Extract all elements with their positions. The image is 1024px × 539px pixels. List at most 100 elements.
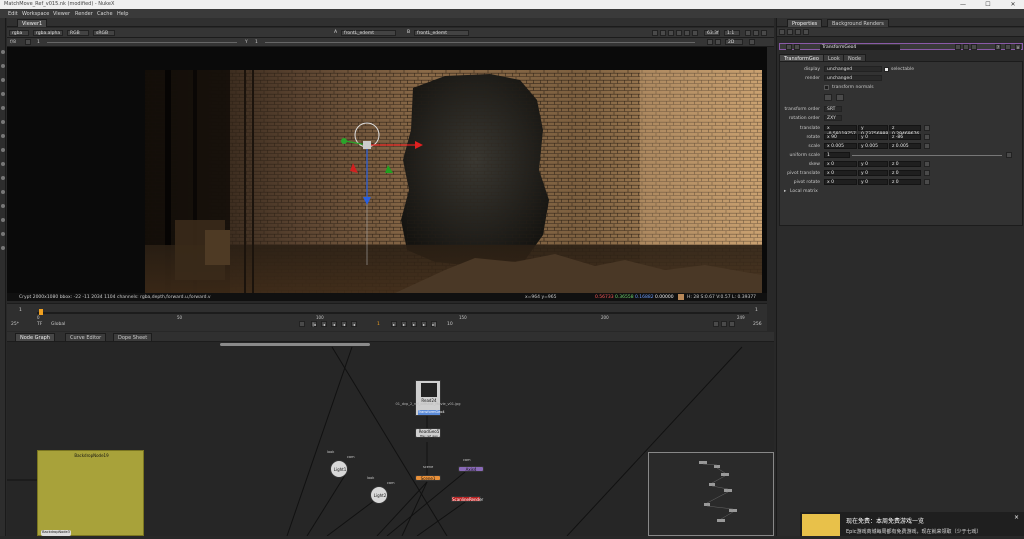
step-field[interactable]: 10: [447, 322, 453, 327]
input-b-select[interactable]: frontL_edemt: [414, 30, 469, 36]
revert-icon[interactable]: [955, 44, 961, 50]
uniform-scale-slider[interactable]: [852, 155, 1002, 156]
node-color-icon[interactable]: [786, 44, 792, 50]
fps-field[interactable]: 25*: [11, 322, 19, 327]
skew-z-field[interactable]: z 0: [889, 161, 921, 167]
tab-node-graph[interactable]: Node Graph: [15, 333, 55, 341]
clear-panels-icon[interactable]: [795, 29, 801, 35]
selectable-checkbox[interactable]: [884, 67, 889, 72]
menu-cache[interactable]: Cache: [97, 11, 113, 17]
layer-select[interactable]: rgba: [9, 30, 29, 36]
filter-tool-icon[interactable]: [1, 120, 5, 124]
gamma-value[interactable]: 1: [255, 40, 258, 45]
scale-anim-icon[interactable]: [924, 143, 930, 149]
maximize-button[interactable]: ☐: [980, 0, 996, 9]
skew-x-field[interactable]: x 0: [824, 161, 857, 167]
transform-normals-checkbox[interactable]: [824, 85, 829, 90]
cache-icon[interactable]: [721, 321, 727, 327]
end-frame-field[interactable]: 256: [753, 322, 762, 327]
first-frame-icon[interactable]: |◂: [311, 321, 317, 327]
viewer-menu-icon[interactable]: [761, 30, 767, 36]
wipe-icon[interactable]: [753, 30, 759, 36]
tab-dope-sheet[interactable]: Dope Sheet: [113, 333, 153, 341]
scale-y-field[interactable]: y 0.005: [858, 143, 888, 149]
light1-node[interactable]: Light1: [330, 460, 348, 478]
tf-select[interactable]: TF: [37, 322, 42, 327]
menu-workspace[interactable]: Workspace: [22, 11, 49, 17]
gamma-slider[interactable]: [265, 42, 695, 43]
settings-icon[interactable]: [749, 39, 755, 45]
x-axis-arrow-icon[interactable]: [415, 141, 423, 149]
step-forward-icon[interactable]: ▸: [401, 321, 407, 327]
menu-render[interactable]: Render: [75, 11, 93, 17]
read-node[interactable]: Read24 TransformGeo4: [415, 380, 445, 416]
lock-icon[interactable]: [707, 39, 713, 45]
playback-mode-icon[interactable]: [299, 321, 305, 327]
downscale-select[interactable]: 1:1: [724, 30, 740, 36]
range-select[interactable]: Global: [51, 322, 65, 327]
display-select[interactable]: unchanged: [824, 66, 882, 72]
skew-anim-icon[interactable]: [924, 161, 930, 167]
light2-node[interactable]: Light2: [370, 486, 388, 504]
pivot-rotate-x-field[interactable]: x 0: [824, 179, 857, 185]
overlay-icon[interactable]: [692, 30, 698, 36]
timeline-track[interactable]: [37, 312, 749, 314]
play-back-icon[interactable]: ◂: [341, 321, 347, 327]
channel-select[interactable]: rgba.alpha: [33, 30, 63, 36]
scale-z-field[interactable]: z 0.005: [889, 143, 921, 149]
tab-viewer1[interactable]: Viewer1: [17, 19, 48, 27]
node-graph-navigator[interactable]: [648, 452, 774, 536]
gain-icon[interactable]: [25, 39, 31, 45]
out-point[interactable]: 1: [755, 308, 758, 313]
backdrop-node[interactable]: BackdropNode19 BackdropNode3: [37, 450, 144, 536]
transformgeo-node[interactable]: Scene1: [415, 475, 441, 481]
in-point[interactable]: 1: [19, 308, 22, 313]
pause-icon[interactable]: [660, 30, 666, 36]
translate-z-field[interactable]: z 0.29469676: [889, 125, 921, 137]
next-key-icon[interactable]: ▸: [411, 321, 417, 327]
max-panels-icon[interactable]: [787, 29, 793, 35]
scanline-render-node[interactable]: ScanlineRender: [451, 496, 483, 502]
skew-y-field[interactable]: y 0: [858, 161, 888, 167]
uniform-scale-field[interactable]: 1: [824, 152, 850, 158]
rotate-y-field[interactable]: y 0: [858, 134, 888, 140]
rotate-z-field[interactable]: z -86: [889, 134, 921, 140]
z-axis-arrow-icon[interactable]: [363, 197, 371, 205]
render-select[interactable]: unchanged: [824, 75, 882, 81]
time-tool-icon[interactable]: [1, 78, 5, 82]
close-properties-icon[interactable]: ×: [1015, 44, 1021, 50]
menu-edit[interactable]: Edit: [8, 11, 18, 17]
pivot-rotate-anim-icon[interactable]: [924, 179, 930, 185]
pivot-translate-z-field[interactable]: z 0: [889, 170, 921, 176]
merge-tool-icon[interactable]: [1, 148, 5, 152]
proxy-select[interactable]: 63.3f: [704, 30, 720, 36]
transform-tool-icon[interactable]: [1, 162, 5, 166]
keyer-tool-icon[interactable]: [1, 134, 5, 138]
pivot-translate-anim-icon[interactable]: [924, 170, 930, 176]
scale-x-field[interactable]: x 0.005: [824, 143, 857, 149]
rotate-x-field[interactable]: x 90: [824, 134, 857, 140]
transform-order-select[interactable]: SRT: [824, 106, 842, 112]
backdrop-sub-node[interactable]: BackdropNode3: [41, 530, 71, 536]
clip-warning-icon[interactable]: [676, 30, 682, 36]
input-a-select[interactable]: frontL_edemt: [341, 30, 396, 36]
node-color2-icon[interactable]: [794, 44, 800, 50]
rotate-y-icon[interactable]: [385, 165, 393, 173]
play-forward-icon[interactable]: ▸: [391, 321, 397, 327]
translate-y-field[interactable]: y 0.73756988: [858, 125, 888, 137]
tab-background-renders[interactable]: Background Renders: [827, 19, 889, 27]
y-axis-dot-icon[interactable]: [341, 138, 347, 144]
pivot-rotate-z-field[interactable]: z 0: [889, 179, 921, 185]
axis-from-selection-icon[interactable]: [824, 94, 832, 101]
menu-viewer[interactable]: Viewer: [53, 11, 70, 17]
axis-snap-icon[interactable]: [836, 94, 844, 101]
roi-icon[interactable]: [652, 30, 658, 36]
gain-slider[interactable]: [47, 42, 237, 43]
loop-icon[interactable]: [729, 321, 735, 327]
float-node-icon[interactable]: [963, 44, 969, 50]
node-graph[interactable]: BackdropNode19 BackdropNode3 Read24 Tran…: [7, 342, 774, 536]
lut-icon[interactable]: [684, 30, 690, 36]
flipbook-icon[interactable]: [713, 321, 719, 327]
draw-tool-icon[interactable]: [1, 64, 5, 68]
colorspace-select[interactable]: sRGB: [93, 30, 115, 36]
